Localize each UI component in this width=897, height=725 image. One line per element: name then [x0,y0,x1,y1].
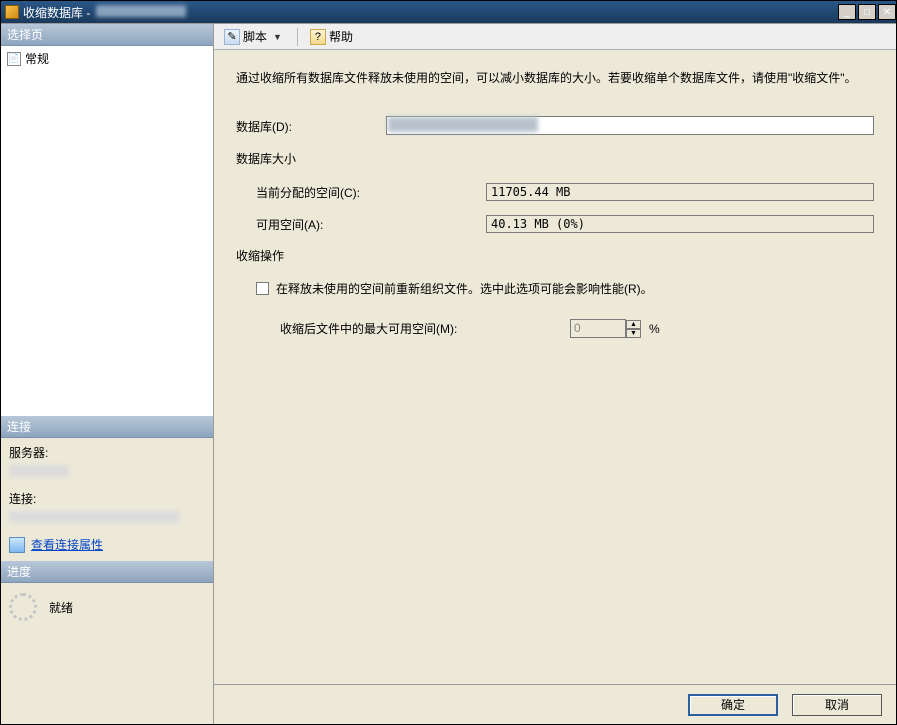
window-title-redacted [96,5,186,17]
action-section-title: 收缩操作 [236,247,874,264]
properties-icon [9,537,25,553]
toolbar: ✎ 脚本 ▼ ? 帮助 [214,24,896,50]
script-button[interactable]: ✎ 脚本 ▼ [220,26,289,47]
connection-label: 连接: [9,490,205,507]
reorganize-row: 在释放未使用的空间前重新组织文件。选中此选项可能会影响性能(R)。 [256,280,874,297]
size-section: 当前分配的空间(C): 11705.44 MB 可用空间(A): 40.13 M… [236,183,874,233]
percent-sign: % [649,322,660,336]
database-value-redacted [388,117,538,132]
help-icon: ? [310,29,326,45]
close-button[interactable]: ✕ [878,4,896,20]
max-free-input[interactable]: 0 [570,319,626,338]
spinner-down-button[interactable]: ▼ [626,329,641,338]
script-label: 脚本 [243,28,267,45]
window-title: 收缩数据库 - [23,4,836,21]
titlebar: 收缩数据库 - _ □ ✕ [1,1,896,23]
app-icon [5,5,19,19]
connection-header: 连接 [1,416,213,438]
view-connection-properties[interactable]: 查看连接属性 [9,536,205,553]
tree-item-label: 常规 [25,50,49,67]
ok-button[interactable]: 确定 [688,694,778,716]
action-section: 在释放未使用的空间前重新组织文件。选中此选项可能会影响性能(R)。 收缩后文件中… [236,280,874,338]
spinner-up-button[interactable]: ▲ [626,320,641,329]
main-panel: ✎ 脚本 ▼ ? 帮助 通过收缩所有数据库文件释放未使用的空间，可以减小数据库的… [214,24,896,724]
max-free-row: 收缩后文件中的最大可用空间(M): 0 ▲ ▼ % [256,319,874,338]
help-button[interactable]: ? 帮助 [306,26,357,47]
size-section-title: 数据库大小 [236,150,874,167]
database-label: 数据库(D): [236,118,386,135]
page-tree: 📄 常规 [1,46,213,416]
page-icon: 📄 [7,52,21,66]
window-title-text: 收缩数据库 - [23,6,94,20]
progress-header: 进度 [1,561,213,583]
server-label: 服务器: [9,444,205,461]
window-buttons: _ □ ✕ [836,4,896,20]
allocated-label: 当前分配的空间(C): [256,184,486,201]
max-free-spinner: 0 ▲ ▼ % [570,319,660,338]
available-value: 40.13 MB (0%) [486,215,874,233]
description-text: 通过收缩所有数据库文件释放未使用的空间，可以减小数据库的大小。若要收缩单个数据库… [236,68,874,88]
toolbar-separator [297,28,298,46]
maximize-button[interactable]: □ [858,4,876,20]
tree-item-general[interactable]: 📄 常规 [7,50,207,67]
chevron-down-icon[interactable]: ▼ [270,32,285,42]
progress-block: 就绪 [1,583,213,724]
available-label: 可用空间(A): [256,216,486,233]
connection-block: 服务器: 连接: 查看连接属性 [1,438,213,561]
reorganize-label: 在释放未使用的空间前重新组织文件。选中此选项可能会影响性能(R)。 [276,280,653,297]
dialog-window: 收缩数据库 - _ □ ✕ 选择页 📄 常规 连接 服务器: 连接: [0,0,897,725]
allocated-value: 11705.44 MB [486,183,874,201]
select-page-header: 选择页 [1,24,213,46]
sidebar: 选择页 📄 常规 连接 服务器: 连接: 查看连接属性 进度 [1,24,214,724]
minimize-button[interactable]: _ [838,4,856,20]
progress-spinner-icon [9,593,37,621]
max-free-label: 收缩后文件中的最大可用空间(M): [280,320,570,337]
server-value-redacted [9,465,69,477]
help-label: 帮助 [329,28,353,45]
database-row: 数据库(D): [236,116,874,136]
reorganize-checkbox[interactable] [256,282,269,295]
database-field-wrap [386,116,874,136]
progress-status-text: 就绪 [49,599,73,616]
content-area: 通过收缩所有数据库文件释放未使用的空间，可以减小数据库的大小。若要收缩单个数据库… [214,50,896,684]
dialog-footer: 确定 取消 [214,684,896,724]
view-connection-properties-link[interactable]: 查看连接属性 [31,536,103,553]
client-area: 选择页 📄 常规 连接 服务器: 连接: 查看连接属性 进度 [1,23,896,724]
cancel-button[interactable]: 取消 [792,694,882,716]
script-icon: ✎ [224,29,240,45]
connection-value-redacted [9,511,179,523]
